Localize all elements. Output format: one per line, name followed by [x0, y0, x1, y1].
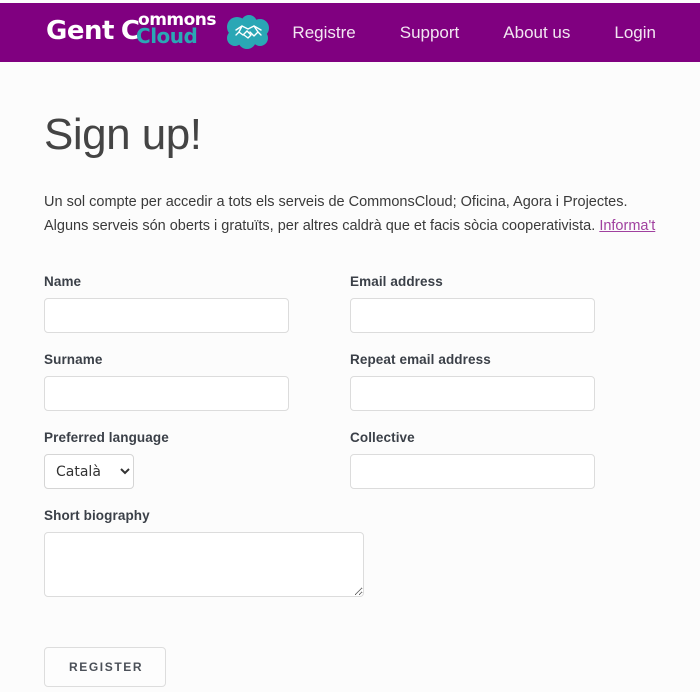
form-col-left-1: Name: [44, 274, 350, 352]
form-col-left-4: Short biography: [44, 508, 378, 616]
nav-item-registre[interactable]: Registre: [270, 3, 377, 62]
form-col-right-1: Email address: [350, 274, 656, 352]
intro-line-2: Alguns serveis són oberts i gratuïts, pe…: [44, 218, 596, 234]
surname-input[interactable]: [44, 376, 289, 411]
field-name: Name: [44, 274, 350, 333]
repeat-email-input[interactable]: [350, 376, 595, 411]
intro-line-1: Un sol compte per accedir a tots els ser…: [44, 194, 628, 210]
form-row-2: Surname Repeat email address: [44, 352, 656, 430]
form-row-1: Name Email address: [44, 274, 656, 352]
form-col-left-2: Surname: [44, 352, 350, 430]
site-header: Gent C ommons Cloud Registre Support Abo…: [0, 3, 700, 62]
preferred-language-select[interactable]: Català: [44, 454, 134, 489]
logo-cloud-text: Cloud: [136, 24, 198, 48]
submit-row: REGISTER: [44, 647, 656, 687]
form-col-left-3: Preferred language Català: [44, 430, 350, 508]
field-preferred-language: Preferred language Català: [44, 430, 350, 489]
handshake-cloud-icon: [226, 15, 272, 49]
name-input[interactable]: [44, 298, 289, 333]
logo-gent-text: Gent: [46, 16, 114, 46]
field-email: Email address: [350, 274, 656, 333]
register-button[interactable]: REGISTER: [44, 647, 167, 687]
logo-commonscloud-stack: ommons Cloud: [136, 12, 224, 50]
label-email-address: Email address: [350, 274, 443, 289]
field-short-biography: Short biography: [44, 508, 378, 597]
form-col-right-2: Repeat email address: [350, 352, 656, 430]
main-navigation: Registre Support About us Login: [270, 3, 678, 62]
label-name: Name: [44, 274, 82, 289]
label-preferred-language: Preferred language: [44, 430, 169, 445]
collective-input[interactable]: [350, 454, 595, 489]
label-short-biography: Short biography: [44, 508, 150, 523]
intro-text: Un sol compte per accedir a tots els ser…: [44, 190, 656, 238]
label-repeat-email-address: Repeat email address: [350, 352, 491, 367]
nav-item-support[interactable]: Support: [378, 3, 482, 62]
form-row-4: Short biography: [44, 508, 656, 616]
nav-item-about-us[interactable]: About us: [481, 3, 592, 62]
site-logo[interactable]: Gent C ommons Cloud: [46, 11, 272, 53]
field-collective: Collective: [350, 430, 656, 489]
short-biography-textarea[interactable]: [44, 532, 364, 597]
label-collective: Collective: [350, 430, 415, 445]
page-title: Sign up!: [44, 110, 202, 159]
informat-link[interactable]: Informa't: [599, 218, 655, 234]
form-col-right-3: Collective: [350, 430, 656, 508]
signup-form: Name Email address Surname Repeat email …: [44, 274, 656, 687]
page-container: Sign up! Un sol compte per accedir a tot…: [0, 110, 700, 687]
form-row-3: Preferred language Català Collective: [44, 430, 656, 508]
nav-item-login[interactable]: Login: [592, 3, 678, 62]
field-repeat-email: Repeat email address: [350, 352, 656, 411]
email-input[interactable]: [350, 298, 595, 333]
field-surname: Surname: [44, 352, 350, 411]
label-surname: Surname: [44, 352, 103, 367]
